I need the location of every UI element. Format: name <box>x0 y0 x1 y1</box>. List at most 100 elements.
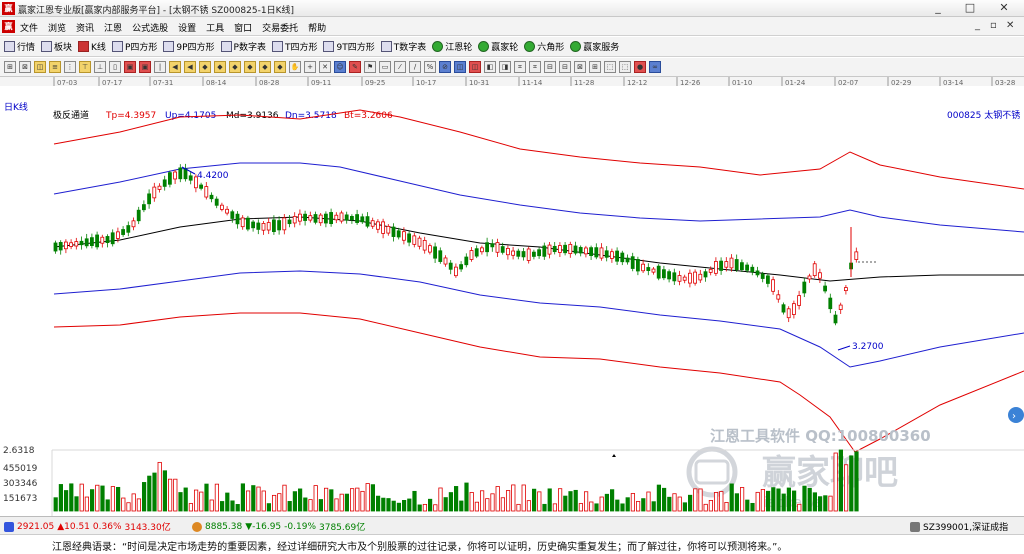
draw-tool-15-icon[interactable]: ◆ <box>229 61 241 73</box>
watermark-line2: 赢家聊吧 <box>762 453 898 493</box>
menu-item-4[interactable]: 公式选股 <box>132 21 168 34</box>
draw-tool-29-icon[interactable]: ⊘ <box>439 61 451 73</box>
toolbar-item-6[interactable]: T四方形 <box>271 40 318 53</box>
date-label: 01-24 <box>785 79 806 87</box>
draw-tool-13-icon[interactable]: ◆ <box>199 61 211 73</box>
menu-item-9[interactable]: 帮助 <box>308 21 326 34</box>
toolbar-item-10[interactable]: 赢家轮 <box>478 40 518 53</box>
toolbar-item-0[interactable]: 行情 <box>4 40 35 53</box>
date-label: 12-12 <box>627 79 647 87</box>
scroll-right-button[interactable] <box>1008 407 1024 423</box>
indicator-readout: Dn=3.5718 <box>285 111 337 121</box>
toolbar-item-11[interactable]: 六角形 <box>524 40 564 53</box>
toolbar-item-label: 板块 <box>54 43 73 53</box>
draw-tool-39-icon[interactable]: ⊞ <box>589 61 601 73</box>
draw-tool-6-icon[interactable]: ⊥ <box>94 61 106 73</box>
date-label: 07-03 <box>57 79 77 87</box>
main-toolbar: 行情 板块 K线 P四方形 9P四方形 P数字表 T四方形 9T四方形 T数字表 江恩轮 赢家轮 六角… <box>0 37 1024 57</box>
draw-tool-8-icon[interactable]: ▣ <box>124 61 136 73</box>
toolbar-item-4[interactable]: 9P四方形 <box>163 40 215 53</box>
minimize-button[interactable]: _ <box>928 1 948 14</box>
draw-tool-33-icon[interactable]: ◨ <box>499 61 511 73</box>
toolbar-item-9[interactable]: 江恩轮 <box>432 40 472 53</box>
draw-tool-1-icon[interactable]: ⊠ <box>19 61 31 73</box>
draw-tool-27-icon[interactable]: ∕ <box>409 61 421 73</box>
draw-tool-17-icon[interactable]: ◆ <box>259 61 271 73</box>
menu-item-6[interactable]: 工具 <box>206 21 224 34</box>
watermark-line1: 江恩工具软件 QQ:100800360 <box>710 427 931 445</box>
draw-tool-41-icon[interactable]: ⬚ <box>619 61 631 73</box>
draw-tool-25-icon[interactable]: ▭ <box>379 61 391 73</box>
menu-item-8[interactable]: 交易委托 <box>262 21 298 34</box>
toolbar-item-2[interactable]: K线 <box>78 40 106 53</box>
mdi-close-button[interactable]: ✕ <box>1006 20 1014 31</box>
toolbar-item-label: T四方形 <box>284 43 318 53</box>
draw-tool-4-icon[interactable]: ⋮ <box>64 61 76 73</box>
menu-item-5[interactable]: 设置 <box>178 21 196 34</box>
draw-tool-12-icon[interactable]: ◀ <box>184 61 196 73</box>
date-label: 07-17 <box>102 79 122 87</box>
draw-tool-14-icon[interactable]: ◆ <box>214 61 226 73</box>
draw-tool-38-icon[interactable]: ⊠ <box>574 61 586 73</box>
draw-tool-28-icon[interactable]: % <box>424 61 436 73</box>
sz-index-change: ▼-16.95 <box>245 521 282 532</box>
drawing-toolbar: ⊞ ⊠ ◫ ≡ ⋮ ⊤ ⊥ ▯ ▣ ▣ | ◀ ◀ ◆ ◆ ◆ ◆ ◆ ◆ ✋ + ✕ ☺ ✎ ⚑ ▭ ⁄ ∕% ⊘ ◫ ◫ ◧ ◨ ⌗ ⌗ ⊟ ⊟ ⊠ ⊞… <box>0 58 1024 77</box>
mdi-minimize-button[interactable]: _ <box>975 20 980 31</box>
toolbar-item-5[interactable]: P数字表 <box>220 40 266 53</box>
date-label: 08-14 <box>206 79 227 87</box>
draw-tool-36-icon[interactable]: ⊟ <box>544 61 556 73</box>
menu-item-0[interactable]: 文件 <box>20 21 38 34</box>
toolbar-item-1[interactable]: 板块 <box>41 40 72 53</box>
volume-axis-top: 2.6318 <box>3 446 35 456</box>
draw-tool-2-icon[interactable]: ◫ <box>34 61 46 73</box>
toolbar-item-8[interactable]: T数字表 <box>380 40 426 53</box>
sh-index-change: ▲10.51 <box>57 521 90 532</box>
menu-item-2[interactable]: 资讯 <box>76 21 94 34</box>
draw-tool-7-icon[interactable]: ▯ <box>109 61 121 73</box>
draw-tool-0-icon[interactable]: ⊞ <box>4 61 16 73</box>
grid-icon <box>4 41 15 52</box>
draw-tool-20-icon[interactable]: + <box>304 61 316 73</box>
draw-tool-22-icon[interactable]: ☺ <box>334 61 346 73</box>
maximize-button[interactable]: □ <box>960 1 980 14</box>
draw-tool-26-icon[interactable]: ⁄ <box>394 61 406 73</box>
menu-item-1[interactable]: 浏览 <box>48 21 66 34</box>
draw-tool-19-icon[interactable]: ✋ <box>289 61 301 73</box>
draw-tool-3-icon[interactable]: ≡ <box>49 61 61 73</box>
close-button[interactable]: ✕ <box>994 1 1014 14</box>
ticker-icon <box>910 521 920 532</box>
square-icon <box>111 41 123 52</box>
toolbar-item-7[interactable]: 9T四方形 <box>323 40 375 53</box>
draw-tool-21-icon[interactable]: ✕ <box>319 61 331 73</box>
draw-tool-31-icon[interactable]: ◫ <box>469 61 481 73</box>
chart-area[interactable]: 07-03 07-17 07-31 08-14 08-28 09-11 09-25 10-17… <box>0 77 1024 516</box>
draw-tool-18-icon[interactable]: ◆ <box>274 61 286 73</box>
draw-tool-9-icon[interactable]: ▣ <box>139 61 151 73</box>
draw-tool-35-icon[interactable]: ⌗ <box>529 61 541 73</box>
draw-tool-40-icon[interactable]: ⬚ <box>604 61 616 73</box>
draw-tool-30-icon[interactable]: ◫ <box>454 61 466 73</box>
draw-tool-24-icon[interactable]: ⚑ <box>364 61 376 73</box>
draw-tool-16-icon[interactable]: ◆ <box>244 61 256 73</box>
date-label: 11-28 <box>574 79 594 87</box>
draw-tool-43-icon[interactable]: ∞ <box>649 61 661 73</box>
draw-tool-10-icon[interactable]: | <box>154 61 166 73</box>
draw-tool-37-icon[interactable]: ⊟ <box>559 61 571 73</box>
wheel-icon <box>478 41 490 52</box>
date-label: 02-29 <box>891 79 911 87</box>
menu-item-7[interactable]: 窗口 <box>234 21 252 34</box>
draw-tool-11-icon[interactable]: ◀ <box>169 61 181 73</box>
chevron-right-icon: › <box>1012 411 1016 422</box>
draw-tool-34-icon[interactable]: ⌗ <box>514 61 526 73</box>
menu-item-3[interactable]: 江恩 <box>104 21 122 34</box>
draw-tool-5-icon[interactable]: ⊤ <box>79 61 91 73</box>
toolbar-item-12[interactable]: 赢家服务 <box>570 40 619 53</box>
grid-icon <box>41 41 53 52</box>
draw-tool-42-icon[interactable]: ● <box>634 61 646 73</box>
toolbar-item-3[interactable]: P四方形 <box>111 40 157 53</box>
mdi-restore-button[interactable]: ▫ <box>990 20 997 31</box>
toolbar-item-label: 江恩轮 <box>445 43 473 53</box>
kline-chart[interactable]: 07-03 07-17 07-31 08-14 08-28 09-11 09-25 10-17… <box>0 77 1024 516</box>
draw-tool-23-icon[interactable]: ✎ <box>349 61 361 73</box>
draw-tool-32-icon[interactable]: ◧ <box>484 61 496 73</box>
